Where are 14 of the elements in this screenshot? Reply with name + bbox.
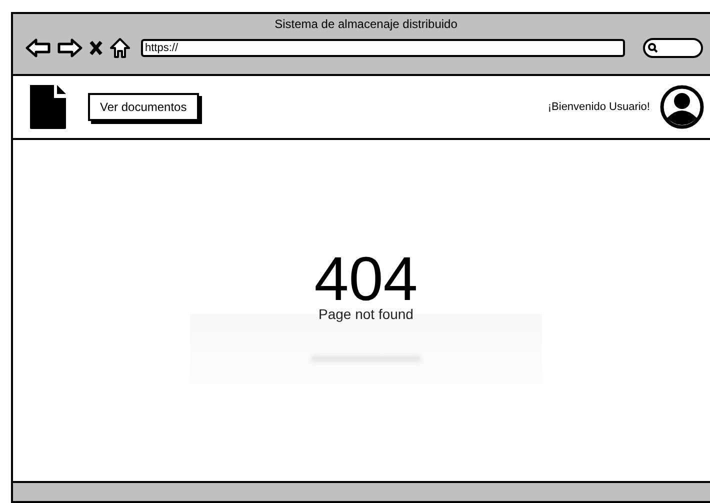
close-icon[interactable] bbox=[89, 40, 103, 56]
view-documents-button[interactable]: Ver documentos bbox=[88, 93, 199, 121]
error-code: 404 bbox=[314, 252, 418, 308]
document-icon bbox=[28, 84, 68, 130]
search-icon bbox=[648, 43, 658, 53]
welcome-text: ¡Bienvenido Usuario! bbox=[548, 100, 650, 115]
forward-icon[interactable] bbox=[57, 38, 83, 58]
search-field[interactable] bbox=[643, 38, 703, 58]
back-icon[interactable] bbox=[25, 38, 51, 58]
address-field[interactable]: https:// bbox=[141, 39, 625, 57]
user-avatar-icon bbox=[660, 85, 704, 129]
error-message: Page not found bbox=[318, 306, 414, 322]
home-icon[interactable] bbox=[109, 37, 131, 59]
window-title: Sistema de almacenaje distribuido bbox=[274, 17, 458, 31]
